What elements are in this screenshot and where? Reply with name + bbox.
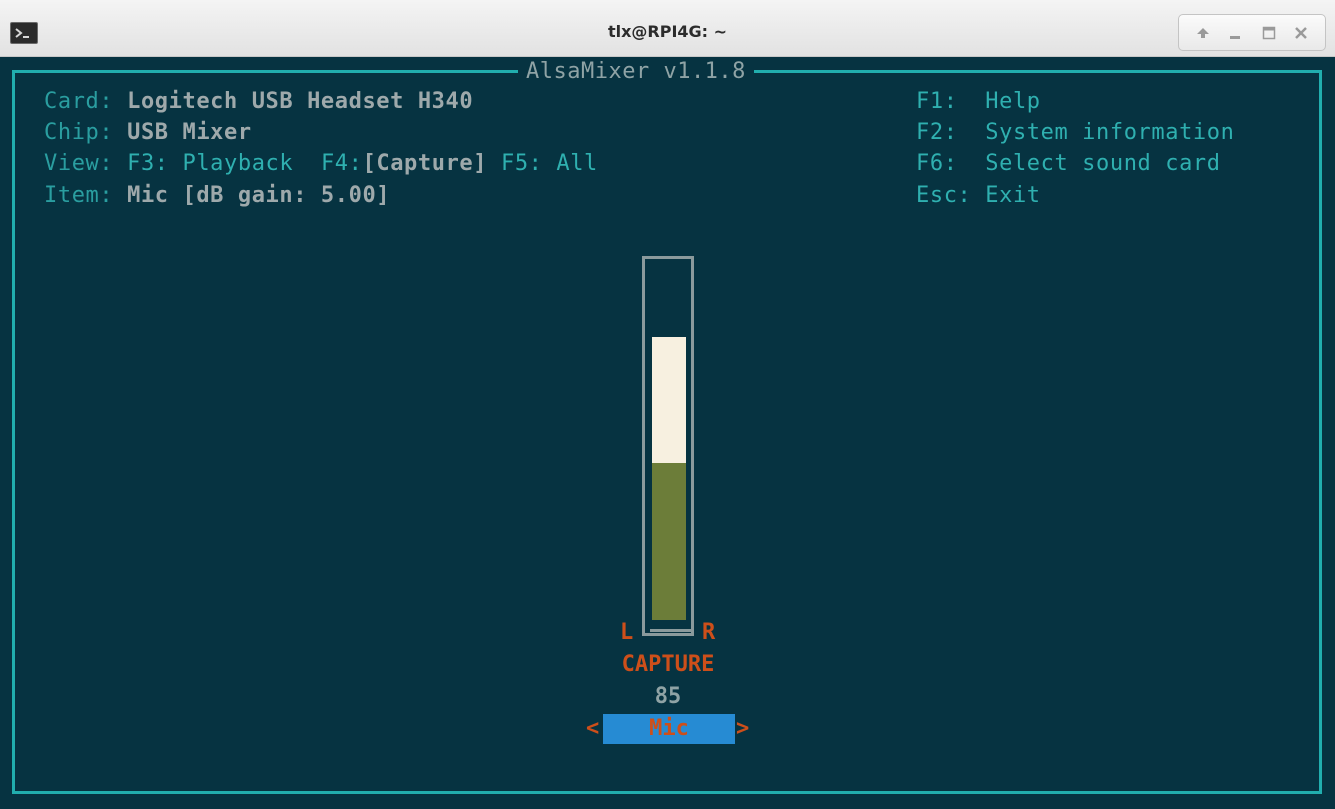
terminal-area[interactable]: AlsaMixer v1.1.8 Card: Logitech USB Head… — [0, 57, 1335, 809]
help-f2[interactable]: F2: System information — [916, 120, 1234, 146]
volume-fill — [652, 337, 686, 620]
window-controls — [1178, 14, 1326, 51]
control-name-mic[interactable]: Mic — [603, 714, 735, 744]
chip-value: USB Mixer — [127, 120, 252, 145]
window-titlebar[interactable]: tlx@RPI4G: ~ — [0, 0, 1335, 57]
fader-foot — [650, 629, 692, 632]
left-channel-label: L — [620, 620, 634, 645]
help-f6[interactable]: F6: Select sound card — [916, 151, 1221, 177]
item-line: Item: Mic [dB gain: 5.00] — [44, 183, 390, 209]
view-line: View: F3: Playback F4:[Capture] F5: All — [44, 151, 598, 177]
view-playback[interactable]: F3: Playback — [127, 151, 293, 176]
help-f2-key: F2: — [916, 120, 958, 145]
view-label: View: — [44, 151, 114, 176]
capture-label[interactable]: CAPTURE — [568, 652, 768, 678]
right-channel-label: R — [702, 620, 716, 645]
help-esc-key: Esc: — [916, 183, 972, 208]
help-f6-key: F6: — [916, 151, 958, 176]
view-capture[interactable]: [Capture] — [363, 151, 488, 176]
help-esc-text: Exit — [985, 183, 1041, 208]
help-f2-text: System information — [985, 120, 1235, 145]
chip-label: Chip: — [44, 120, 114, 145]
help-f1[interactable]: F1: Help — [916, 89, 1041, 115]
help-esc[interactable]: Esc: Exit — [916, 183, 1041, 209]
view-capture-key[interactable]: F4: — [321, 151, 363, 176]
volume-value: 85 — [654, 684, 682, 709]
volume-fill-low — [652, 463, 686, 620]
maximize-icon[interactable] — [1259, 23, 1279, 43]
up-arrow-icon[interactable] — [1193, 23, 1213, 43]
volume-fill-high — [652, 337, 686, 463]
prev-control-arrow[interactable]: < — [586, 716, 599, 742]
close-icon[interactable] — [1291, 23, 1311, 43]
card-line: Card: Logitech USB Headset H340 — [44, 89, 473, 115]
mixer-title: AlsaMixer v1.1.8 — [518, 59, 754, 85]
item-label: Item: — [44, 183, 114, 208]
help-f1-key: F1: — [916, 89, 958, 114]
item-value: Mic [dB gain: 5.00] — [127, 183, 391, 208]
help-f1-text: Help — [985, 89, 1041, 114]
help-f6-text: Select sound card — [985, 151, 1221, 176]
card-value: Logitech USB Headset H340 — [127, 89, 474, 114]
minimize-icon[interactable] — [1225, 23, 1245, 43]
card-label: Card: — [44, 89, 114, 114]
view-all[interactable]: F5: All — [501, 151, 598, 176]
window-title: tlx@RPI4G: ~ — [607, 22, 728, 41]
chip-line: Chip: USB Mixer — [44, 120, 252, 146]
next-control-arrow[interactable]: > — [736, 716, 749, 742]
